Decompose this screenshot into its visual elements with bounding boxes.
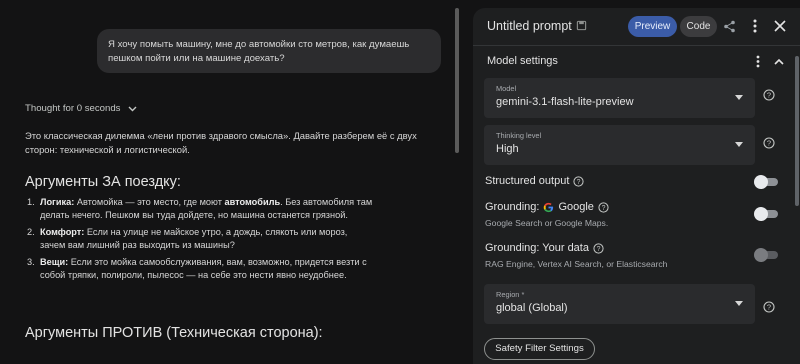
list-item-number: 2. bbox=[27, 227, 35, 238]
help-icon[interactable]: ? bbox=[593, 242, 604, 254]
grounding-google-toggle[interactable] bbox=[754, 207, 778, 221]
header-divider bbox=[473, 45, 800, 46]
list-item-body: Если на улице не майское утро, а дождь, … bbox=[40, 227, 348, 250]
close-icon[interactable] bbox=[774, 20, 786, 32]
svg-text:?: ? bbox=[597, 245, 601, 252]
grounding-data-description: RAG Engine, Vertex AI Search, or Elastic… bbox=[485, 259, 668, 269]
thinking-level-select[interactable]: Thinking level High bbox=[484, 125, 755, 165]
list-item-body: Если это мойка самообслуживания, вам, во… bbox=[40, 257, 367, 280]
model-settings-more-icon[interactable] bbox=[756, 55, 760, 68]
thought-toggle[interactable]: Thought for 0 seconds bbox=[25, 103, 137, 114]
structured-output-label: Structured output bbox=[485, 175, 570, 187]
chat-scrollbar[interactable] bbox=[455, 8, 459, 153]
structured-output-toggle[interactable] bbox=[754, 175, 778, 189]
list-item: 3. Вещи: Если это мойка самообслуживания… bbox=[25, 256, 375, 281]
thought-label: Thought for 0 seconds bbox=[25, 103, 121, 114]
arguments-list: 1. Логика: Автомойка — это место, где мо… bbox=[25, 196, 375, 287]
dropdown-arrow-icon bbox=[735, 301, 743, 306]
help-icon[interactable]: ? bbox=[763, 137, 775, 149]
model-select-value: gemini-3.1-flash-lite-preview bbox=[496, 96, 634, 108]
list-item-body: Автомойка — это место, где моют bbox=[74, 197, 225, 207]
list-item-text: Логика: Автомойка — это место, где моют … bbox=[40, 196, 375, 221]
list-item-text: Комфорт: Если на улице не майское утро, … bbox=[40, 226, 375, 251]
settings-panel: Untitled prompt Preview Code Model setti… bbox=[473, 8, 800, 364]
list-item-lead: Комфорт: bbox=[40, 227, 85, 238]
heading-arguments-for: Аргументы ЗА поездку: bbox=[25, 174, 181, 190]
svg-text:?: ? bbox=[577, 178, 581, 185]
region-select-label: Region * bbox=[496, 290, 525, 299]
code-button[interactable]: Code bbox=[680, 16, 717, 37]
thinking-level-value: High bbox=[496, 143, 519, 155]
grounding-google-description: Google Search or Google Maps. bbox=[485, 218, 609, 228]
dropdown-arrow-icon bbox=[735, 142, 743, 147]
list-item-text: Вещи: Если это мойка самообслуживания, в… bbox=[40, 256, 375, 281]
list-item-number: 3. bbox=[27, 257, 35, 268]
prompt-title[interactable]: Untitled prompt bbox=[487, 19, 572, 33]
grounding-google-label: Grounding: bbox=[485, 201, 540, 213]
share-icon[interactable] bbox=[723, 20, 736, 33]
more-vert-icon[interactable] bbox=[753, 19, 757, 33]
grounding-google-row: Grounding: Google ? bbox=[485, 201, 609, 213]
model-settings-heading: Model settings bbox=[487, 55, 558, 67]
thinking-level-label: Thinking level bbox=[496, 131, 542, 140]
preview-button[interactable]: Preview bbox=[628, 16, 677, 37]
grounding-data-toggle[interactable] bbox=[754, 248, 778, 262]
list-item-emphasis: автомобиль bbox=[224, 197, 281, 207]
structured-output-row: Structured output ? bbox=[485, 175, 584, 187]
user-message-bubble: Я хочу помыть машину, мне до автомойки с… bbox=[97, 29, 441, 73]
grounding-google-brand: Google bbox=[558, 201, 594, 213]
model-select[interactable]: Model gemini-3.1-flash-lite-preview bbox=[484, 78, 755, 118]
list-item: 2. Комфорт: Если на улице не майское утр… bbox=[25, 226, 375, 251]
help-icon[interactable]: ? bbox=[763, 89, 775, 101]
svg-text:?: ? bbox=[602, 204, 606, 211]
response-intro-line-1: Это классическая дилемма «лени против зд… bbox=[25, 130, 417, 141]
panel-scrollbar[interactable] bbox=[795, 56, 799, 206]
heading-arguments-against: Аргументы ПРОТИВ (Техническая сторона): bbox=[25, 325, 323, 341]
svg-text:?: ? bbox=[767, 91, 771, 100]
save-icon[interactable] bbox=[576, 20, 587, 31]
svg-text:?: ? bbox=[767, 303, 771, 312]
google-logo-icon bbox=[544, 202, 554, 212]
region-select[interactable]: Region * global (Global) bbox=[484, 284, 755, 324]
grounding-data-row: Grounding: Your data ? bbox=[485, 242, 604, 254]
user-message-line-1: Я хочу помыть машину, мне до автомойки с… bbox=[108, 39, 410, 50]
help-icon[interactable]: ? bbox=[763, 301, 775, 313]
response-intro: Это классическая дилемма «лени против зд… bbox=[25, 129, 450, 157]
list-item-number: 1. bbox=[27, 197, 35, 207]
chevron-down-icon bbox=[128, 106, 137, 111]
list-item-lead: Вещи: bbox=[40, 257, 69, 268]
help-icon[interactable]: ? bbox=[573, 175, 584, 187]
chat-area: Я хочу помыть машину, мне до автомойки с… bbox=[0, 0, 462, 364]
region-select-value: global (Global) bbox=[496, 302, 568, 314]
dropdown-arrow-icon bbox=[735, 95, 743, 100]
response-intro-line-2: сторон: технической и логистической. bbox=[25, 144, 190, 156]
help-icon[interactable]: ? bbox=[598, 201, 609, 213]
svg-text:?: ? bbox=[767, 139, 771, 148]
model-select-label: Model bbox=[496, 84, 517, 93]
user-message-line-2: пешком пойти или на машине доехать? bbox=[108, 53, 285, 64]
safety-filter-settings-button[interactable]: Safety Filter Settings bbox=[484, 338, 595, 360]
grounding-data-label: Grounding: Your data bbox=[485, 242, 589, 254]
chevron-up-icon[interactable] bbox=[774, 58, 784, 65]
list-item-lead: Логика: bbox=[40, 197, 75, 207]
list-item: 1. Логика: Автомойка — это место, где мо… bbox=[25, 196, 375, 221]
